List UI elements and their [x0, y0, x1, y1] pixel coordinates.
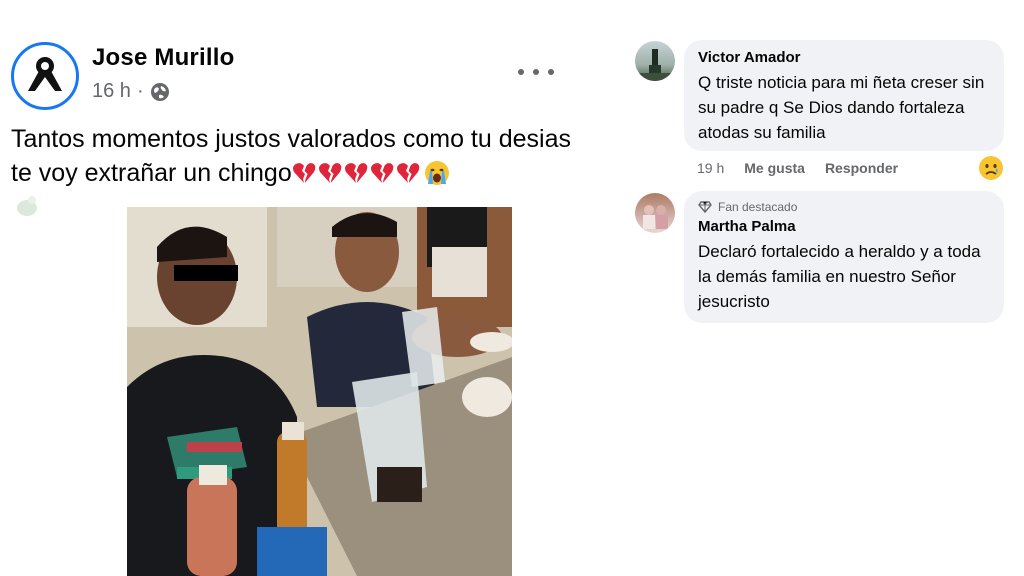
comment-time[interactable]: 19 h: [697, 160, 724, 176]
author-avatar[interactable]: [11, 42, 79, 110]
sad-face-icon[interactable]: [978, 155, 1004, 181]
post-time[interactable]: 16 h: [92, 80, 131, 103]
top-fan-label: Fan destacado: [718, 200, 798, 214]
comment-text: Declaró fortalecido a heraldo y a toda l…: [698, 242, 981, 311]
mourning-ribbon-icon: [17, 48, 73, 104]
post-meta: 16 h ·: [92, 80, 170, 103]
post-photo[interactable]: [127, 207, 512, 576]
comment-author[interactable]: Victor Amador: [698, 48, 990, 68]
dot: [518, 69, 524, 75]
broken-heart-icon: [370, 163, 394, 183]
diamond-icon: [698, 201, 712, 214]
photo-illustration: [127, 207, 512, 576]
censor-bar: [174, 265, 238, 281]
comment-author[interactable]: Martha Palma: [698, 217, 990, 237]
post-emoji-group: [292, 159, 450, 187]
globe-icon: [150, 82, 169, 101]
post-author-name[interactable]: Jose Murillo: [92, 44, 234, 72]
faded-emoji-icon: [17, 196, 37, 216]
crying-face-icon: [424, 161, 449, 185]
cut-off-actions: [697, 325, 892, 329]
broken-heart-icon: [292, 163, 316, 183]
commenter-avatar[interactable]: [635, 193, 675, 233]
reply-button[interactable]: Responder: [825, 160, 898, 176]
comment-bubble: Victor Amador Q triste noticia para mi ñ…: [684, 40, 1004, 151]
dot: [548, 69, 554, 75]
comment-bubble: Fan destacado Martha Palma Declaró forta…: [684, 191, 1004, 323]
meta-separator: ·: [136, 80, 144, 102]
like-button[interactable]: Me gusta: [744, 160, 805, 176]
comment-text: Q triste noticia para mi ñeta creser sin…: [698, 73, 985, 142]
broken-heart-icon: [396, 163, 420, 183]
post-text: Tantos momentos justos valorados como tu…: [11, 122, 571, 190]
avatar-photo: [643, 205, 668, 229]
more-options-icon[interactable]: [518, 60, 554, 84]
commenter-avatar[interactable]: [635, 41, 675, 81]
comment-actions: 19 h Me gusta Responder: [697, 160, 898, 176]
top-fan-badge: Fan destacado: [698, 199, 990, 215]
dot: [533, 69, 539, 75]
broken-heart-icon: [344, 163, 368, 183]
broken-heart-icon: [318, 163, 342, 183]
avatar-photo: [635, 49, 675, 81]
